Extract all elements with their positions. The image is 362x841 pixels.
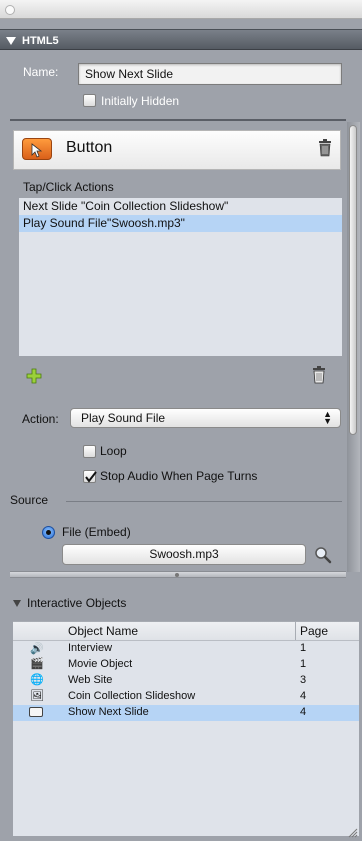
interactive-objects-title: Interactive Objects bbox=[27, 596, 127, 610]
file-embed-label: File (Embed) bbox=[62, 525, 131, 539]
table-row[interactable]: 🔊 Interview 1 bbox=[13, 641, 359, 657]
stop-audio-label: Stop Audio When Page Turns bbox=[100, 469, 258, 483]
object-page: 4 bbox=[300, 690, 307, 702]
html5-section-header[interactable]: HTML5 bbox=[0, 29, 362, 50]
add-action-icon[interactable] bbox=[26, 368, 42, 384]
action-label: Action: bbox=[22, 412, 59, 426]
radio-dot bbox=[46, 530, 51, 535]
action-select-value: Play Sound File bbox=[81, 411, 166, 425]
close-button[interactable] bbox=[5, 5, 15, 15]
column-divider bbox=[295, 622, 296, 640]
column-header-name[interactable]: Object Name bbox=[68, 624, 138, 638]
source-divider bbox=[66, 501, 342, 502]
name-input[interactable]: Show Next Slide bbox=[78, 63, 342, 85]
tap-click-heading: Tap/Click Actions bbox=[23, 180, 114, 194]
file-chooser-button[interactable]: Swoosh.mp3 bbox=[62, 544, 306, 565]
column-header-page[interactable]: Page bbox=[300, 624, 328, 638]
trash-icon[interactable] bbox=[318, 139, 332, 157]
object-name: Show Next Slide bbox=[68, 706, 149, 718]
table-row[interactable]: Show Next Slide 4 bbox=[13, 705, 359, 721]
disclosure-triangle-icon[interactable] bbox=[13, 600, 21, 608]
loop-label: Loop bbox=[100, 444, 127, 458]
object-page: 1 bbox=[300, 642, 307, 654]
initially-hidden-checkbox[interactable] bbox=[83, 94, 96, 107]
object-name: Movie Object bbox=[68, 658, 133, 670]
interactive-objects-header[interactable]: Interactive Objects bbox=[10, 592, 346, 614]
object-page: 4 bbox=[300, 706, 307, 718]
interactive-objects-table[interactable]: Object Name Page 🔊 Interview 1 🎬 Movie O… bbox=[13, 621, 359, 836]
scrollbar-track[interactable] bbox=[347, 122, 360, 572]
tap-click-actions-list[interactable]: Next Slide "Coin Collection Slideshow" P… bbox=[19, 198, 342, 356]
object-name: Interview bbox=[68, 642, 113, 654]
initially-hidden-label: Initially Hidden bbox=[101, 94, 180, 108]
table-row[interactable]: 🖼 Coin Collection Slideshow 4 bbox=[13, 689, 359, 705]
table-header: Object Name Page bbox=[13, 622, 359, 641]
action-item-label: Play Sound File"Swoosh.mp3" bbox=[23, 216, 185, 230]
object-name: Coin Collection Slideshow bbox=[68, 690, 196, 702]
film-icon: 🎬 bbox=[30, 658, 44, 670]
name-input-value: Show Next Slide bbox=[85, 67, 174, 81]
file-chooser-value: Swoosh.mp3 bbox=[149, 547, 219, 561]
list-item[interactable]: Play Sound File"Swoosh.mp3" bbox=[19, 215, 342, 232]
action-select[interactable]: Play Sound File ▲ ▼ bbox=[70, 408, 341, 428]
loop-checkbox[interactable] bbox=[83, 445, 96, 458]
magnifier-icon[interactable] bbox=[314, 546, 332, 564]
object-page: 3 bbox=[300, 674, 307, 686]
gallery-icon: 🖼 bbox=[30, 690, 44, 702]
remove-action-trash-icon[interactable] bbox=[312, 366, 326, 384]
action-item-label: Next Slide "Coin Collection Slideshow" bbox=[23, 199, 229, 213]
scrollbar-thumb[interactable] bbox=[349, 125, 357, 435]
section-divider bbox=[10, 119, 346, 121]
widget-title: Button bbox=[66, 139, 113, 156]
globe-icon: 🌐 bbox=[30, 674, 44, 686]
table-row[interactable]: 🎬 Movie Object 1 bbox=[13, 657, 359, 673]
panel-titlebar[interactable] bbox=[0, 0, 362, 19]
button-widget-icon bbox=[22, 138, 52, 160]
source-label: Source bbox=[10, 493, 49, 507]
speaker-icon: 🔊 bbox=[30, 643, 44, 655]
name-label: Name: bbox=[23, 65, 59, 79]
widget-header: Button bbox=[13, 130, 341, 170]
pane-splitter[interactable] bbox=[10, 571, 346, 578]
resize-grip-icon[interactable] bbox=[346, 826, 358, 838]
html5-header-label: HTML5 bbox=[22, 35, 59, 47]
select-arrows-icon: ▲ ▼ bbox=[323, 409, 332, 426]
file-embed-radio[interactable] bbox=[42, 526, 55, 539]
stop-audio-checkbox[interactable] bbox=[83, 470, 97, 483]
object-page: 1 bbox=[300, 658, 307, 670]
splitter-grip-icon bbox=[175, 573, 179, 577]
list-item[interactable]: Next Slide "Coin Collection Slideshow" bbox=[19, 198, 342, 215]
table-row[interactable]: 🌐 Web Site 3 bbox=[13, 673, 359, 689]
checkmark-icon bbox=[85, 471, 97, 483]
object-name: Web Site bbox=[68, 674, 113, 686]
disclosure-triangle-icon[interactable] bbox=[6, 36, 16, 45]
button-icon bbox=[29, 707, 43, 717]
